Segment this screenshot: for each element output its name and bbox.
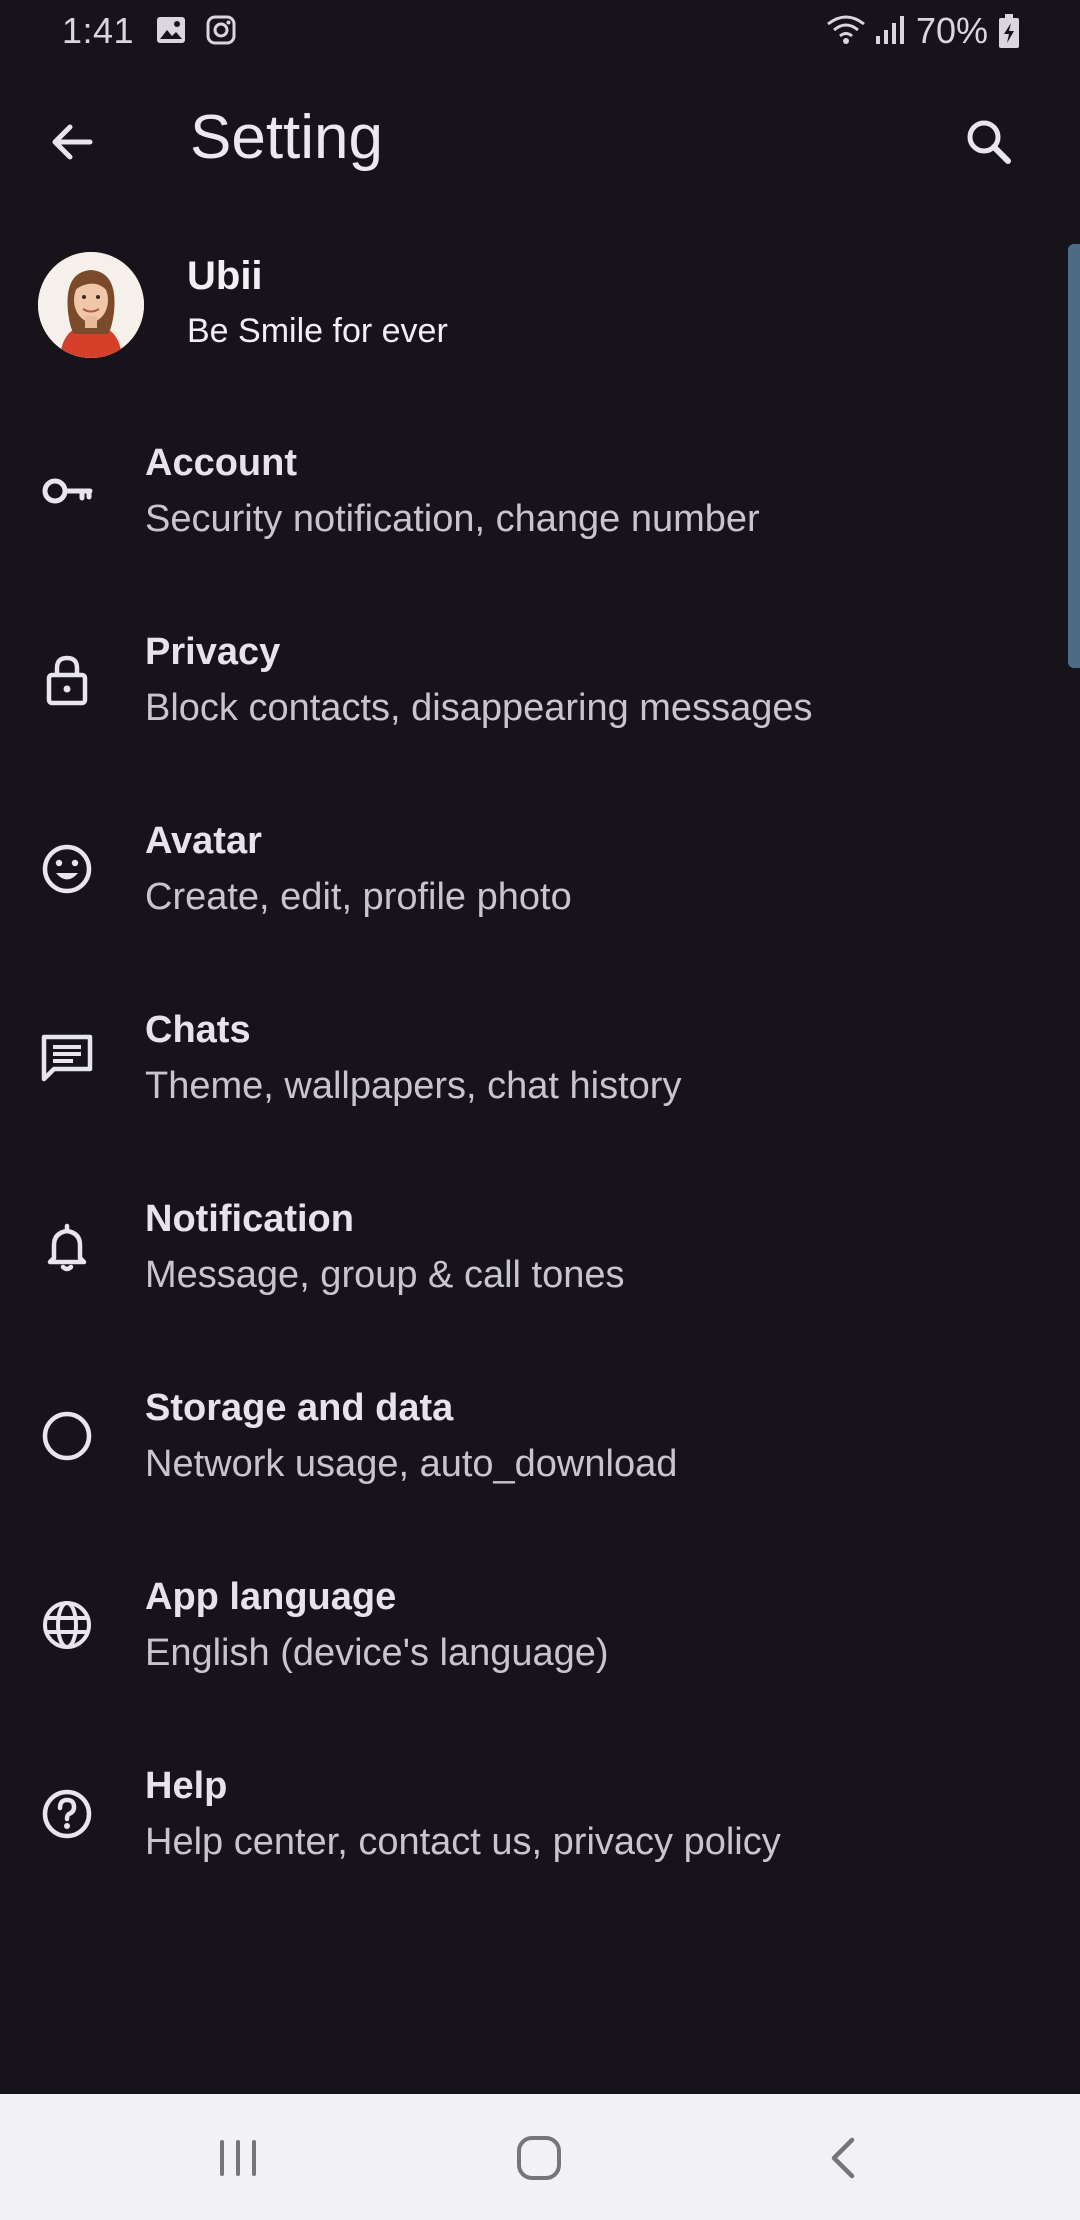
- battery-charging-icon: [999, 14, 1019, 48]
- avatar[interactable]: [38, 252, 144, 358]
- setting-chats[interactable]: Chats Theme, wallpapers, chat history: [0, 987, 1070, 1176]
- wifi-icon: [827, 15, 865, 44]
- search-icon[interactable]: [956, 109, 1022, 175]
- arrow-left-icon[interactable]: [40, 109, 106, 175]
- status-bar: 1:41 70%: [0, 0, 1080, 64]
- setting-subtitle: Network usage, auto_download: [145, 1443, 678, 1485]
- setting-title: Storage and data: [145, 1387, 454, 1429]
- setting-notification[interactable]: Notification Message, group & call tones: [0, 1176, 1070, 1365]
- setting-subtitle: Help center, contact us, privacy policy: [145, 1821, 781, 1863]
- setting-account[interactable]: Account Security notification, change nu…: [0, 420, 1070, 609]
- system-back-icon[interactable]: [818, 2132, 870, 2184]
- key-icon: [42, 478, 93, 504]
- instagram-notification-icon: [206, 15, 236, 45]
- circle-icon: [42, 1411, 92, 1461]
- profile-row[interactable]: Ubii Be Smile for ever: [0, 240, 1070, 380]
- setting-subtitle: Message, group & call tones: [145, 1254, 625, 1296]
- smiley-icon: [42, 844, 92, 894]
- setting-subtitle: Block contacts, disappearing messages: [145, 687, 813, 729]
- setting-avatar[interactable]: Avatar Create, edit, profile photo: [0, 798, 1070, 987]
- setting-title: Chats: [145, 1009, 251, 1051]
- setting-title: Privacy: [145, 631, 281, 673]
- profile-status: Be Smile for ever: [187, 312, 448, 350]
- setting-privacy[interactable]: Privacy Block contacts, disappearing mes…: [0, 609, 1070, 798]
- profile-photo: [38, 252, 144, 358]
- recent-apps-icon[interactable]: [210, 2134, 266, 2182]
- battery-percentage: 70%: [916, 10, 989, 51]
- home-icon[interactable]: [511, 2130, 567, 2186]
- setting-app-language[interactable]: App language English (device's language): [0, 1554, 1070, 1743]
- setting-title: App language: [145, 1576, 397, 1618]
- bell-icon: [47, 1223, 87, 1272]
- setting-subtitle: Create, edit, profile photo: [145, 876, 572, 918]
- profile-name: Ubii: [187, 254, 263, 298]
- signal-icon: [876, 16, 904, 44]
- gallery-notification-icon: [157, 17, 185, 43]
- app-bar: Setting: [0, 64, 1080, 214]
- settings-list: Account Security notification, change nu…: [0, 420, 1070, 1932]
- system-nav-bar: [0, 2094, 1080, 2220]
- setting-subtitle: Security notification, change number: [145, 498, 760, 540]
- page-title: Setting: [190, 103, 384, 172]
- globe-icon: [43, 1601, 91, 1649]
- setting-title: Notification: [145, 1198, 354, 1240]
- status-time: 1:41: [62, 10, 135, 51]
- setting-title: Help: [145, 1765, 228, 1807]
- setting-title: Avatar: [145, 820, 262, 862]
- setting-storage[interactable]: Storage and data Network usage, auto_dow…: [0, 1365, 1070, 1554]
- setting-subtitle: Theme, wallpapers, chat history: [145, 1065, 682, 1107]
- scrollbar[interactable]: [1068, 244, 1080, 668]
- setting-title: Account: [145, 442, 297, 484]
- chat-icon: [41, 1034, 93, 1082]
- lock-icon: [46, 655, 88, 706]
- help-icon: [42, 1789, 92, 1839]
- setting-subtitle: English (device's language): [145, 1632, 609, 1674]
- setting-help[interactable]: Help Help center, contact us, privacy po…: [0, 1743, 1070, 1932]
